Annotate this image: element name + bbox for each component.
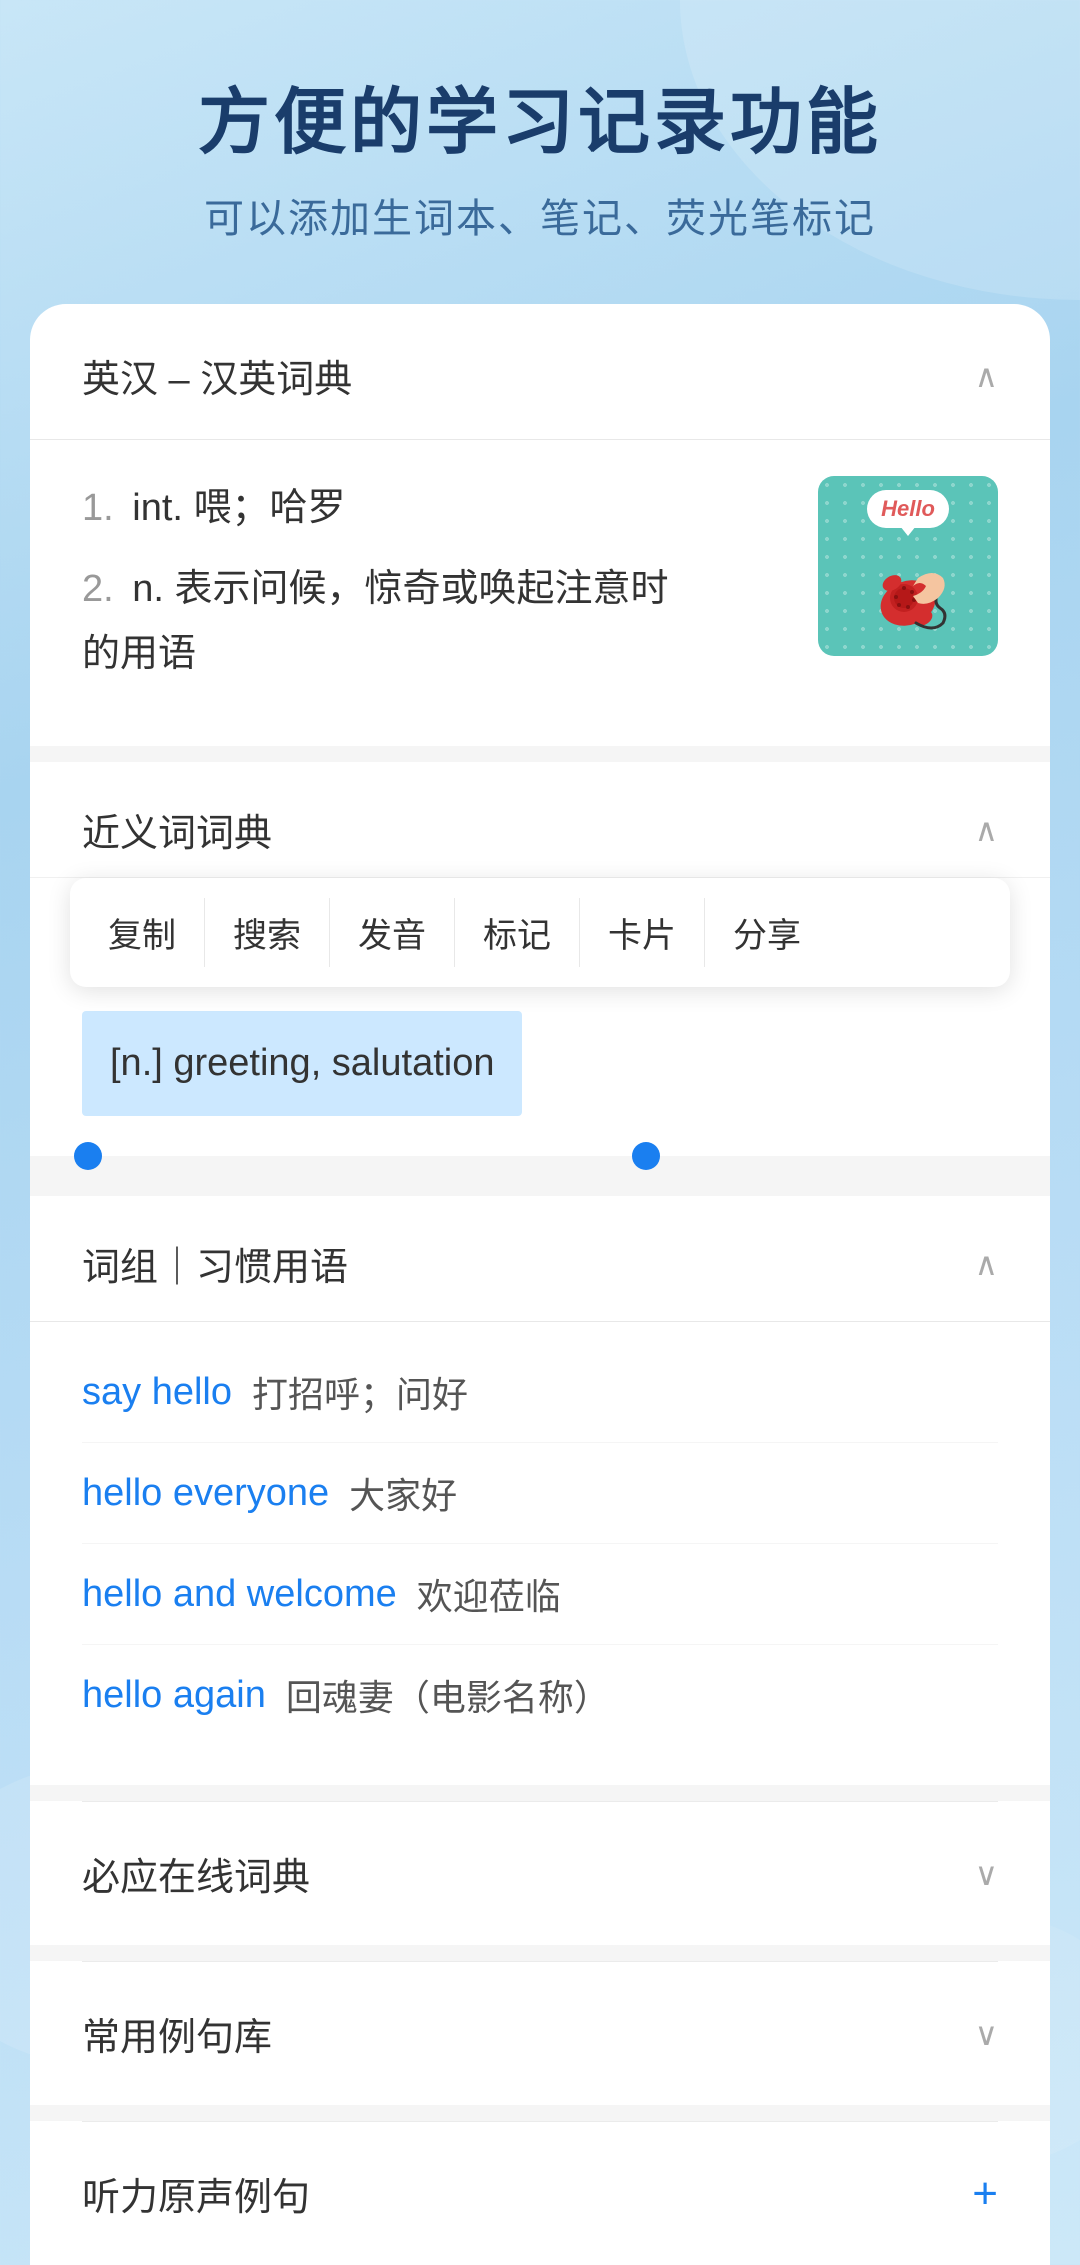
context-menu-mark[interactable]: 标记 [455,898,580,967]
phrase-en-4: hello again [82,1674,266,1717]
synonym-section: 近义词词典 ∧ 复制 搜索 发音 标记 卡片 分享 [n.] greeting,… [30,762,1050,1156]
bingdict-section: 必应在线词典 ∨ [30,1801,1050,1945]
main-title: 方便的学习记录功能 [60,80,1020,166]
phrase-item-3[interactable]: hello and welcome 欢迎莅临 [82,1544,998,1645]
audio-plus-icon[interactable]: + [972,2169,998,2219]
examples-section: 常用例句库 ∨ [30,1961,1050,2105]
bingdict-header[interactable]: 必应在线词典 ∨ [30,1802,1050,1945]
main-card: 英汉 – 汉英词典 ∧ 1. int. 喂；哈罗 2. n. 表示问候，惊奇或唤… [30,304,1050,2265]
context-menu-search[interactable]: 搜索 [205,898,330,967]
synonym-header[interactable]: 近义词词典 ∧ [30,762,1050,878]
phrase-en-1: say hello [82,1371,232,1414]
def-text-1: 喂；哈罗 [194,487,346,529]
phrase-item-4[interactable]: hello again 回魂妻（电影名称） [82,1645,998,1745]
audio-section: 听力原声例句 + [30,2121,1050,2265]
bingdict-title: 必应在线词典 [82,1846,310,1901]
phrase-zh-1: 打招呼；问好 [252,1366,468,1418]
phrases-section-title: 词组｜习惯用语 [82,1236,348,1291]
def-pos-1: int. [132,487,193,529]
phrases-section: 词组｜习惯用语 ∧ say hello 打招呼；问好 hello everyon… [30,1196,1050,1785]
phrase-zh-3: 欢迎莅临 [417,1568,561,1620]
examples-title: 常用例句库 [82,2006,272,2061]
phrase-list: say hello 打招呼；问好 hello everyone 大家好 hell… [30,1322,1050,1785]
header-section: 方便的学习记录功能 可以添加生词本、笔记、荧光笔标记 [0,0,1080,284]
synonym-chevron-icon: ∧ [975,811,998,849]
phrase-item-1[interactable]: say hello 打招呼；问好 [82,1342,998,1443]
phrase-zh-4: 回魂妻（电影名称） [286,1669,610,1721]
definition-item-2: 2. n. 表示问候，惊奇或唤起注意时的用语 [82,557,794,686]
context-menu-copy[interactable]: 复制 [80,898,205,967]
dict-chevron-icon: ∧ [975,357,998,395]
definitions-text: 1. int. 喂；哈罗 2. n. 表示问候，惊奇或唤起注意时的用语 [82,476,794,702]
phrase-item-2[interactable]: hello everyone 大家好 [82,1443,998,1544]
dict-section-header[interactable]: 英汉 – 汉英词典 ∧ [30,304,1050,440]
hello-illustration: Hello [818,476,998,656]
context-menu-pronounce[interactable]: 发音 [330,898,455,967]
selection-handle-right [632,1142,660,1170]
hello-bubble-text: Hello [867,490,949,528]
def-pos-2: n. [132,568,174,610]
selected-text: [n.] greeting, salutation [82,1011,522,1116]
audio-title: 听力原声例句 [82,2166,310,2221]
phrase-en-3: hello and welcome [82,1573,397,1616]
context-menu: 复制 搜索 发音 标记 卡片 分享 [70,878,1010,987]
dict-section-title: 英汉 – 汉英词典 [82,348,352,403]
phrase-zh-2: 大家好 [349,1467,457,1519]
audio-header[interactable]: 听力原声例句 + [30,2122,1050,2265]
subtitle: 可以添加生词本、笔记、荧光笔标记 [60,186,1020,244]
phrases-header[interactable]: 词组｜习惯用语 ∧ [30,1196,1050,1322]
def-number-2: 2. [82,568,114,610]
examples-chevron-icon: ∨ [975,2015,998,2053]
phrase-en-2: hello everyone [82,1472,329,1515]
context-menu-share[interactable]: 分享 [705,898,829,967]
synonym-section-title: 近义词词典 [82,802,272,857]
bingdict-chevron-icon: ∨ [975,1855,998,1893]
phrases-chevron-icon: ∧ [975,1245,998,1283]
definition-content: 1. int. 喂；哈罗 2. n. 表示问候，惊奇或唤起注意时的用语 Hell… [30,440,1050,746]
context-menu-card[interactable]: 卡片 [580,898,705,967]
def-number-1: 1. [82,487,114,529]
telephone-icon [858,548,958,638]
selected-text-area: [n.] greeting, salutation [30,987,1050,1156]
selection-handle-left [74,1142,102,1170]
dict-section: 英汉 – 汉英词典 ∧ 1. int. 喂；哈罗 2. n. 表示问候，惊奇或唤… [30,304,1050,746]
definition-item-1: 1. int. 喂；哈罗 [82,476,794,541]
examples-header[interactable]: 常用例句库 ∨ [30,1962,1050,2105]
